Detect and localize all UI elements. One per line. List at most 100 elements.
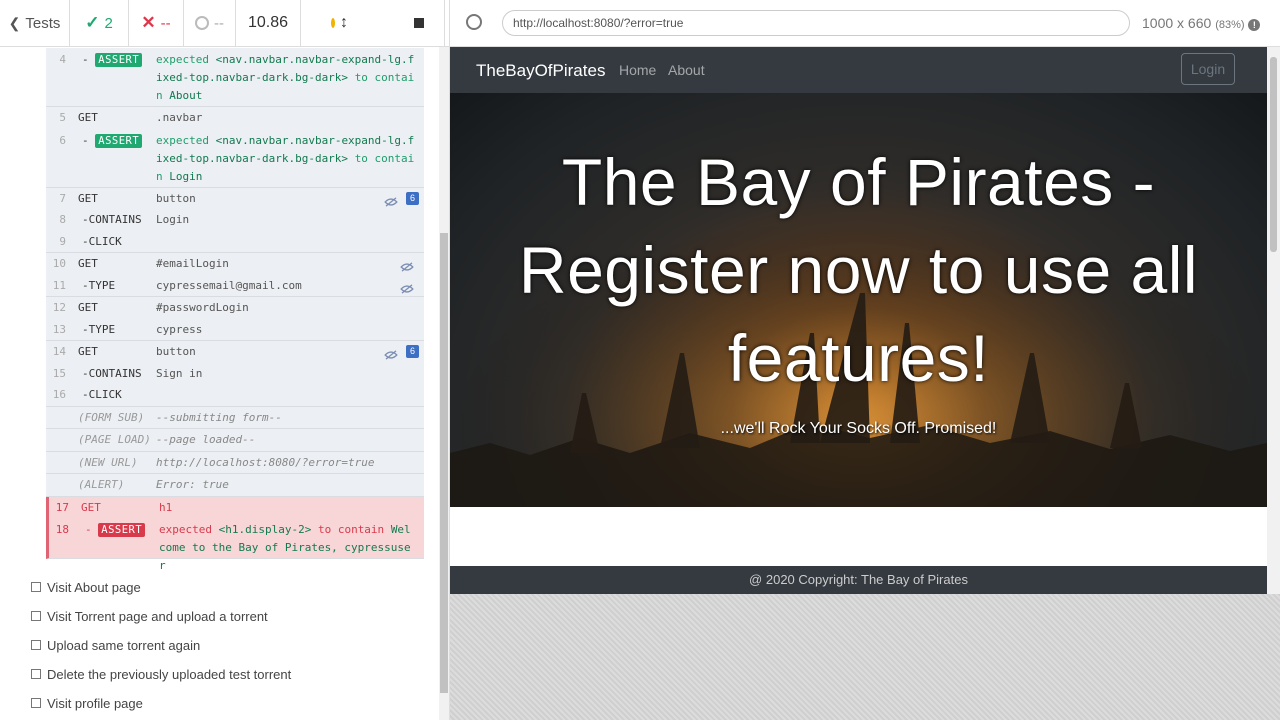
command-row[interactable]: 10 GET #emailLogin xyxy=(46,253,424,275)
test-pending-icon xyxy=(31,611,41,621)
command-row[interactable]: 16 -CLICK xyxy=(46,384,424,406)
selector-playground-icon[interactable] xyxy=(466,14,482,30)
test-item[interactable]: Delete the previously uploaded test torr… xyxy=(31,665,291,694)
test-item[interactable]: Visit Torrent page and upload a torrent xyxy=(31,607,291,636)
command-number: 15 xyxy=(52,366,66,380)
command-message: button xyxy=(156,191,196,205)
command-number: 17 xyxy=(55,500,69,514)
command-name: GET xyxy=(78,257,98,270)
chevron-left-icon: ❮ xyxy=(8,14,21,31)
hidden-eye-icon xyxy=(384,346,398,360)
test-pending-icon xyxy=(31,669,41,679)
hero-banner: The Bay of Pirates - Register now to use… xyxy=(450,93,1267,507)
nav-home-link[interactable]: Home xyxy=(619,62,656,78)
command-number: 8 xyxy=(59,213,66,226)
command-name: (ALERT) xyxy=(78,478,125,491)
nav-about-link[interactable]: About xyxy=(668,62,705,78)
login-button[interactable]: Login xyxy=(1181,53,1235,85)
command-name: - ASSERT xyxy=(82,129,143,153)
auto-scroll-toggle[interactable]: ↕ xyxy=(301,0,348,46)
command-number: 4 xyxy=(59,53,66,66)
command-group: 7 GET button 6 8 -CONTAINS Login 9 -CLICK xyxy=(46,188,424,253)
command-message: h1 xyxy=(159,500,173,514)
command-name: GET xyxy=(78,345,98,358)
command-number: 9 xyxy=(59,234,66,248)
iframe-scrollbar-thumb[interactable] xyxy=(1270,57,1277,252)
test-title: Visit profile page xyxy=(47,696,143,711)
command-number: 5 xyxy=(59,111,66,124)
reporter-panel: ❮ Tests ✓ 2 ✕ -- -- 10.86 ↕ 4 - ASSERT exp… xyxy=(0,0,450,720)
command-row[interactable]: 15 -CONTAINS Sign in xyxy=(46,363,424,385)
command-row[interactable]: (ALERT) Error: true xyxy=(46,474,424,496)
status-dot-icon xyxy=(331,18,335,28)
command-name: -CONTAINS xyxy=(82,366,142,380)
command-number: 6 xyxy=(59,133,66,147)
app-preview: http://localhost:8080/?error=true 1000 x… xyxy=(450,0,1280,720)
test-pending-icon xyxy=(31,582,41,592)
site-brand-link[interactable]: TheBayOfPirates xyxy=(476,61,605,81)
command-number: 18 xyxy=(55,523,69,536)
command-row[interactable]: 4 - ASSERT expected <nav.navbar.navbar-exp… xyxy=(46,48,424,106)
command-row[interactable]: (FORM SUB) --submitting form-- xyxy=(46,407,424,429)
command-message: Login xyxy=(156,213,190,226)
command-row[interactable]: 8 -CONTAINS Login xyxy=(46,209,424,231)
command-row[interactable]: 14 GET button 6 xyxy=(46,341,424,363)
url-field[interactable]: http://localhost:8080/?error=true xyxy=(502,10,1130,36)
info-icon[interactable]: ! xyxy=(1248,19,1261,31)
aut-iframe: TheBayOfPirates Home About Login The Bay… xyxy=(450,47,1280,594)
command-row[interactable]: 7 GET button 6 xyxy=(46,188,424,210)
command-name: GET xyxy=(78,191,98,205)
command-row[interactable]: 5 GET .navbar xyxy=(46,107,424,129)
assert-badge: ASSERT xyxy=(95,53,143,67)
command-row[interactable]: 13 -TYPE cypress xyxy=(46,319,424,341)
command-message: button xyxy=(156,345,196,358)
command-message: cypressemail@gmail.com xyxy=(156,278,302,292)
command-message: Sign in xyxy=(156,366,203,380)
command-row[interactable]: (PAGE LOAD) --page loaded-- xyxy=(46,429,424,451)
hidden-eye-icon xyxy=(400,258,414,272)
command-row[interactable]: 11 -TYPE cypressemail@gmail.com xyxy=(46,275,424,297)
test-title: Visit About page xyxy=(47,580,141,595)
iframe-scrollbar[interactable] xyxy=(1267,47,1280,594)
test-item[interactable]: Upload same torrent again xyxy=(31,636,291,665)
command-number: 14 xyxy=(52,345,66,358)
command-number: 11 xyxy=(52,278,66,292)
command-number: 12 xyxy=(52,301,66,314)
hero-title: The Bay of Pirates - Register now to use… xyxy=(518,145,1199,395)
command-row[interactable]: 18 - ASSERT expected <h1.display-2> to con… xyxy=(49,518,424,572)
command-message: #passwordLogin xyxy=(156,301,249,314)
command-group: (ALERT) Error: true xyxy=(46,474,424,497)
test-item[interactable]: Visit About page xyxy=(31,578,291,607)
test-item[interactable]: Visit profile page xyxy=(31,694,291,723)
reporter-scrollbar[interactable] xyxy=(439,47,449,720)
hero-tagline: ...we'll Rock Your Socks Off. Promised! xyxy=(720,420,997,437)
command-name: -TYPE xyxy=(82,322,116,336)
command-row[interactable]: (NEW URL) http://localhost:8080/?error=tr… xyxy=(46,452,424,474)
stop-icon xyxy=(414,18,424,28)
scrollbar-thumb[interactable] xyxy=(440,233,448,693)
check-icon: ✓ xyxy=(85,13,100,32)
assert-message: expected <nav.navbar.navbar-expand-lg.fi… xyxy=(156,53,415,102)
assert-badge: ASSERT xyxy=(98,523,146,537)
command-name: (PAGE LOAD) xyxy=(78,433,151,446)
command-group: (NEW URL) http://localhost:8080/?error=tr… xyxy=(46,452,424,474)
command-group: 10 GET #emailLogin 11 -TYPE cypressemail@gmai… xyxy=(46,253,424,297)
stop-button[interactable] xyxy=(348,0,445,46)
assert-message: expected <h1.display-2> to contain Welco… xyxy=(159,523,411,572)
command-row[interactable]: 9 -CLICK xyxy=(46,231,424,253)
command-row[interactable]: 17 GET h1 xyxy=(49,497,424,519)
command-group: (PAGE LOAD) --page loaded-- xyxy=(46,429,424,452)
command-name: - ASSERT xyxy=(82,48,143,72)
passed-count: ✓ 2 xyxy=(70,0,129,46)
tests-back-button[interactable]: ❮ Tests xyxy=(0,0,70,46)
failed-count: ✕ -- xyxy=(129,0,184,46)
site-navbar: TheBayOfPirates Home About Login xyxy=(450,47,1267,93)
command-message: http://localhost:8080/?error=true xyxy=(156,455,375,469)
element-count-badge: 6 xyxy=(406,191,419,205)
command-row[interactable]: 12 GET #passwordLogin xyxy=(46,297,424,319)
test-title: Delete the previously uploaded test torr… xyxy=(47,667,292,682)
command-number: 13 xyxy=(52,322,66,336)
site-footer: @ 2020 Copyright: The Bay of Pirates xyxy=(450,566,1267,594)
command-row[interactable]: 6 - ASSERT expected <nav.navbar.navbar-exp… xyxy=(46,129,424,187)
command-name: -CONTAINS xyxy=(82,213,142,226)
